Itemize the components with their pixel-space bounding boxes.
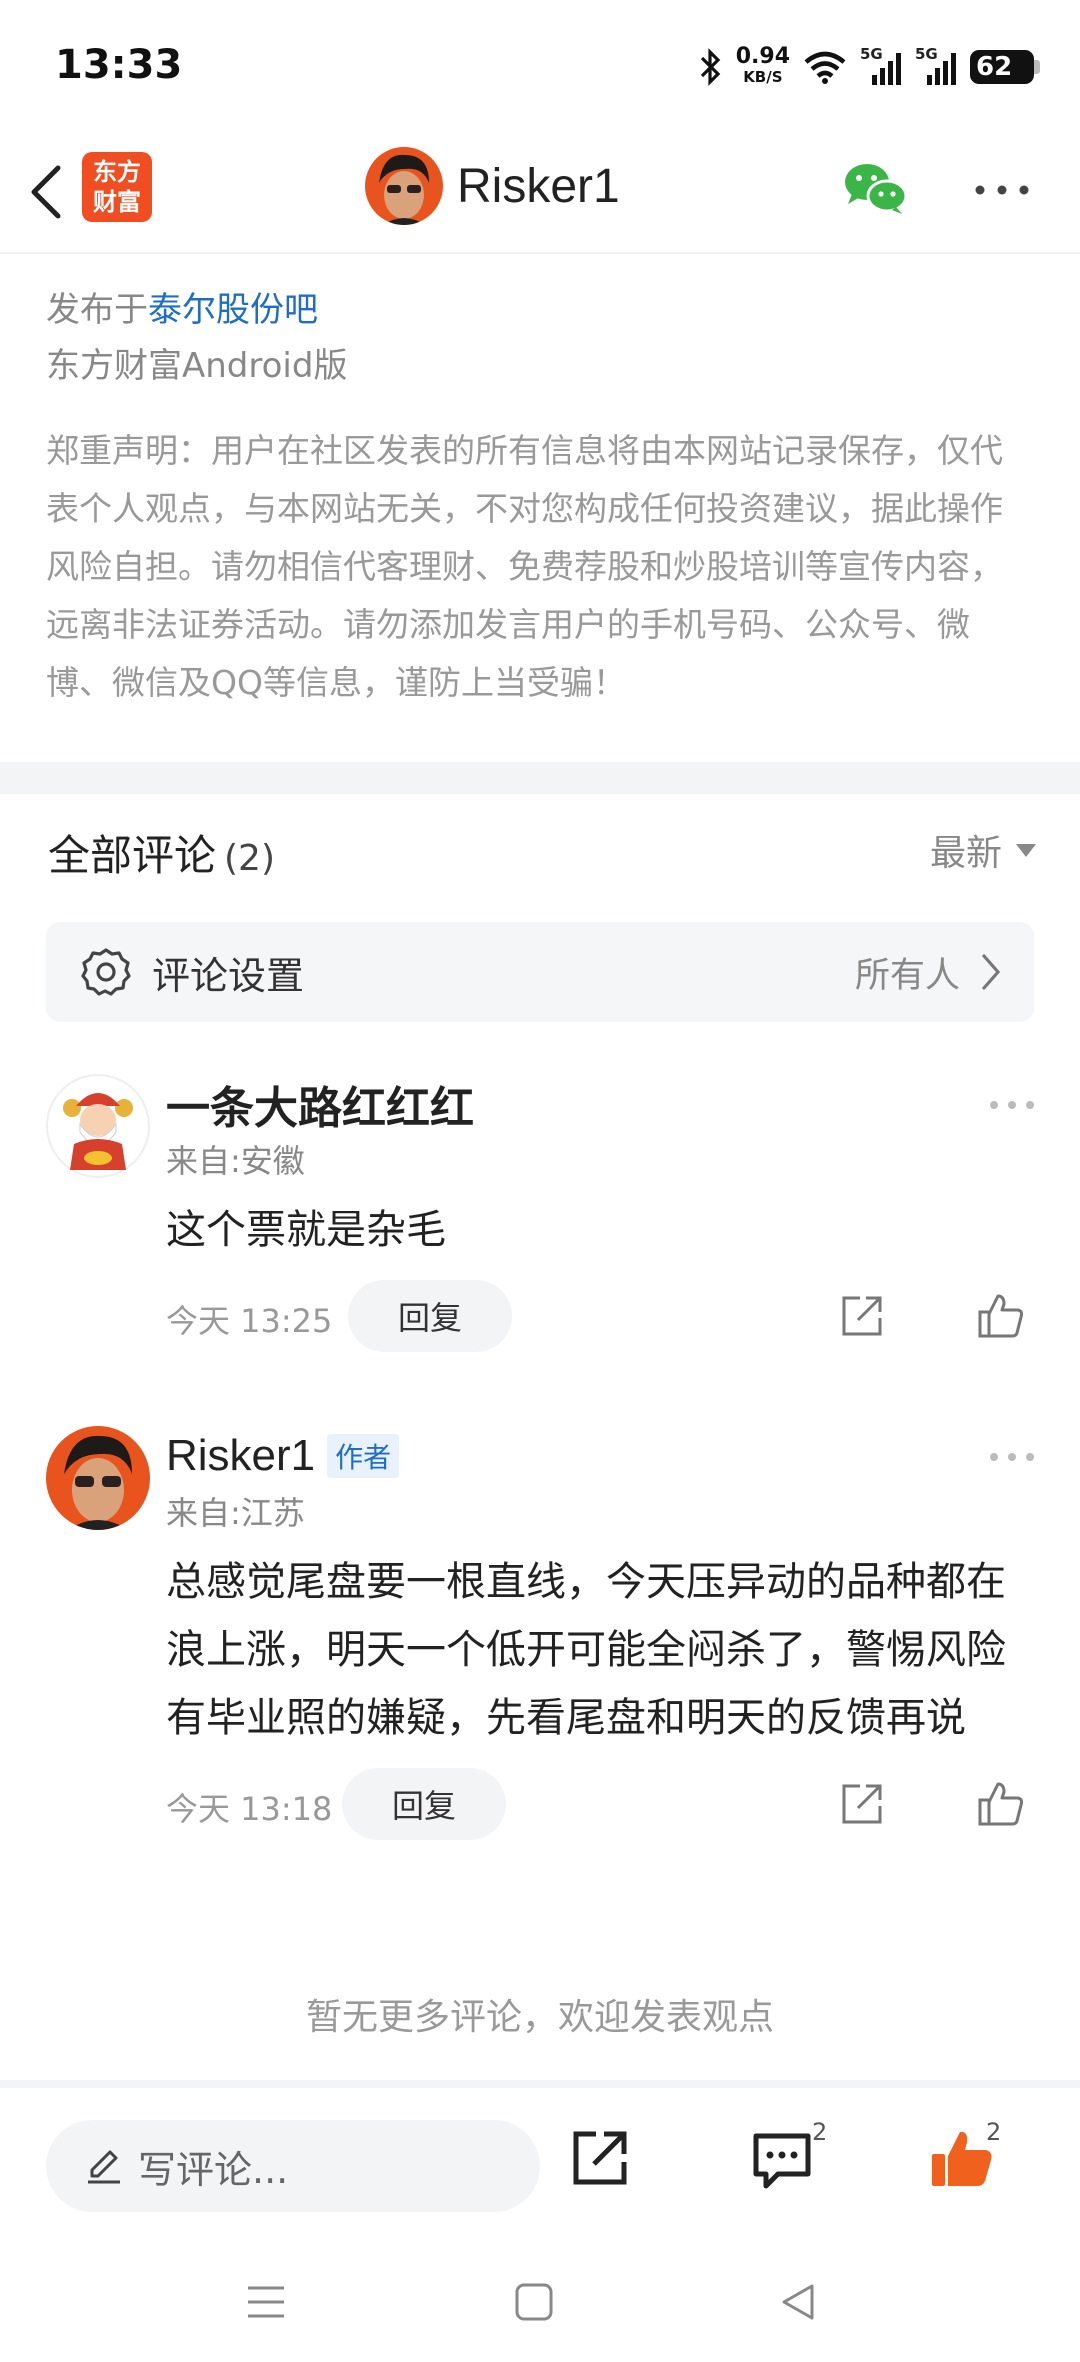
comment-text: 总感觉尾盘要一根直线，今天压异动的品种都在浪上涨，明天一个低开可能全闷杀了，警惕… bbox=[166, 1559, 1006, 1741]
author-badge: 作者 bbox=[327, 1434, 400, 1478]
comments-title-text: 全部评论 bbox=[48, 831, 217, 880]
signal-label: 5G bbox=[860, 45, 883, 63]
signal-icon: 5G bbox=[860, 45, 901, 85]
comment-item: Risker1 作者 来自:江苏 总感觉尾盘要一根直线，今天压异动的品种都在浪上… bbox=[46, 1426, 1036, 1936]
comment-time: 今天 13:18 bbox=[166, 1790, 333, 1828]
comment-input-placeholder: 写评论... bbox=[138, 2147, 289, 2192]
avatar bbox=[365, 147, 443, 225]
more-icon[interactable] bbox=[972, 180, 1032, 200]
comment-footer: 今天 13:25 回复 bbox=[166, 1280, 1036, 1352]
share-icon[interactable] bbox=[570, 2128, 630, 2188]
comments-title: 全部评论 (2) bbox=[48, 822, 275, 883]
system-nav-bar bbox=[0, 2250, 1080, 2362]
more-icon[interactable] bbox=[988, 1450, 1036, 1464]
comment-time: 今天 13:25 bbox=[166, 1302, 333, 1340]
comment-count-badge: 2 bbox=[812, 2118, 828, 2146]
reply-button[interactable]: 回复 bbox=[342, 1768, 506, 1840]
more-icon[interactable] bbox=[988, 1098, 1036, 1112]
section-divider bbox=[0, 762, 1080, 794]
menu-icon[interactable] bbox=[246, 2284, 286, 2320]
comment-item: 一条大路红红红 来自:安徽 这个票就是杂毛 今天 13:25 回复 bbox=[46, 1074, 1036, 1374]
comment-text: 这个票就是杂毛 bbox=[166, 1207, 446, 1253]
comment-footer: 今天 13:18 回复 bbox=[166, 1768, 1036, 1840]
published-prefix: 发布于 bbox=[46, 290, 148, 330]
thumbs-up-filled-icon[interactable] bbox=[930, 2126, 994, 2190]
comments-count: (2) bbox=[224, 838, 276, 879]
thumbs-up-icon[interactable] bbox=[976, 1290, 1026, 1340]
comment-input[interactable]: 写评论... bbox=[46, 2120, 540, 2212]
signal-label: 5G bbox=[915, 45, 938, 63]
status-icons: 0.94 KB/S 5G 5G 62 bbox=[700, 42, 1040, 92]
back-icon[interactable] bbox=[24, 162, 68, 222]
bottom-action-bar: 写评论... 2 2 bbox=[0, 2080, 1080, 2220]
nav-user[interactable]: Risker1 bbox=[365, 147, 620, 225]
battery-level: 62 bbox=[976, 52, 1013, 82]
status-bar: 13:33 0.94 KB/S 5G 5G 62 bbox=[0, 0, 1080, 130]
home-icon[interactable] bbox=[514, 2282, 554, 2322]
network-speed: 0.94 KB/S bbox=[735, 44, 790, 87]
pencil-icon bbox=[88, 2150, 120, 2184]
nav-bar: 东方 财富 Risker1 bbox=[0, 130, 1080, 254]
sort-label: 最新 bbox=[929, 833, 1002, 874]
comment-location: 来自:安徽 bbox=[166, 1142, 305, 1180]
signal-icon: 5G bbox=[915, 45, 956, 85]
avatar[interactable] bbox=[46, 1074, 150, 1178]
chevron-right-icon bbox=[982, 954, 1001, 990]
disclaimer: 郑重声明：用户在社区发表的所有信息将由本网站记录保存，仅代表个人观点，与本网站无… bbox=[46, 431, 1003, 702]
battery-icon: 62 bbox=[970, 50, 1040, 84]
network-speed-unit: KB/S bbox=[743, 68, 783, 86]
status-time: 13:33 bbox=[55, 42, 183, 88]
comment-author[interactable]: 一条大路红红红 bbox=[166, 1072, 474, 1136]
comment-body: 一条大路红红红 来自:安徽 这个票就是杂毛 今天 13:25 回复 bbox=[166, 1074, 1036, 1352]
like-count-badge: 2 bbox=[986, 2118, 1002, 2146]
dropdown-arrow-icon bbox=[1016, 843, 1036, 857]
post-meta: 发布于泰尔股份吧 东方财富Android版 郑重声明：用户在社区发表的所有信息将… bbox=[46, 282, 1036, 712]
network-speed-value: 0.94 bbox=[735, 44, 790, 69]
sort-dropdown[interactable]: 最新 bbox=[930, 824, 1036, 876]
comment-settings-row[interactable]: 评论设置 所有人 bbox=[46, 922, 1034, 1022]
post-source: 东方财富Android版 bbox=[46, 346, 348, 386]
published-in: 发布于泰尔股份吧 bbox=[46, 282, 1036, 338]
wechat-share-icon[interactable] bbox=[842, 158, 908, 218]
reply-button[interactable]: 回复 bbox=[348, 1280, 512, 1352]
app-logo-line1: 东方 bbox=[93, 158, 141, 186]
comment-body: Risker1 作者 来自:江苏 总感觉尾盘要一根直线，今天压异动的品种都在浪上… bbox=[166, 1426, 1036, 1840]
comment-settings-value: 所有人 bbox=[854, 955, 960, 996]
comment-icon[interactable] bbox=[752, 2132, 812, 2190]
thumbs-up-icon[interactable] bbox=[976, 1778, 1026, 1828]
share-icon[interactable] bbox=[838, 1780, 886, 1828]
comment-location: 来自:江苏 bbox=[166, 1494, 305, 1532]
gear-icon bbox=[81, 948, 131, 996]
share-icon[interactable] bbox=[838, 1292, 886, 1340]
stock-bar-link[interactable]: 泰尔股份吧 bbox=[148, 290, 318, 330]
app-logo[interactable]: 东方 财富 bbox=[82, 152, 152, 222]
nav-username: Risker1 bbox=[457, 159, 620, 213]
comment-author[interactable]: Risker1 bbox=[166, 1431, 315, 1481]
app-logo-line2: 财富 bbox=[93, 188, 141, 216]
bluetooth-icon bbox=[700, 48, 720, 86]
comment-settings-label: 评论设置 bbox=[152, 953, 305, 998]
avatar[interactable] bbox=[46, 1426, 150, 1530]
wifi-icon bbox=[804, 51, 846, 84]
no-more-comments: 暂无更多评论，欢迎发表观点 bbox=[305, 1997, 774, 2038]
back-nav-icon[interactable] bbox=[778, 2282, 818, 2322]
